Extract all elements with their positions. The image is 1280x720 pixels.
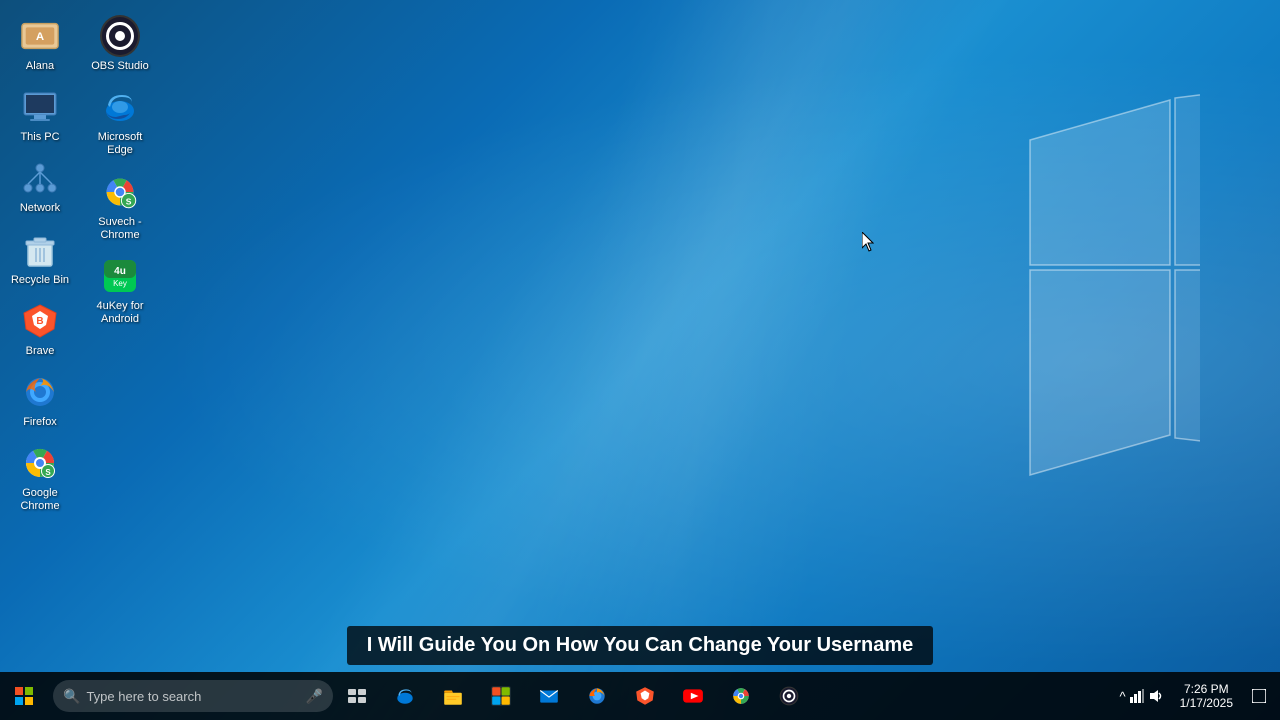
recycle-bin-icon-image	[20, 230, 60, 270]
windows-logo	[860, 80, 1200, 480]
recycle-bin-icon-item[interactable]: Recycle Bin	[1, 224, 79, 293]
notification-icon	[1252, 689, 1266, 703]
google-chrome-label: Google Chrome	[5, 487, 75, 513]
brave-label: Brave	[26, 345, 55, 358]
firefox-icon-item[interactable]: Firefox	[1, 366, 79, 435]
taskbar-obs-icon	[778, 685, 800, 707]
taskbar-edge-icon	[394, 685, 416, 707]
microsoft-edge-label: Microsoft Edge	[85, 131, 155, 157]
firefox-label: Firefox	[23, 416, 57, 429]
this-pc-icon-image	[20, 87, 60, 127]
network-label: Network	[20, 202, 60, 215]
clock-date: 1/17/2025	[1180, 696, 1233, 710]
task-view-icon	[348, 689, 366, 703]
taskbar-edge-app[interactable]	[381, 672, 429, 720]
this-pc-icon-item[interactable]: This PC	[1, 81, 79, 150]
subtitle-text: I Will Guide You On How You Can Change Y…	[347, 626, 934, 665]
taskbar-store-app[interactable]	[477, 672, 525, 720]
svg-text:S: S	[45, 468, 51, 477]
obs-studio-icon-item[interactable]: OBS Studio	[81, 10, 159, 79]
microsoft-edge-icon-image	[100, 87, 140, 127]
alana-label: Alana	[26, 60, 54, 73]
taskbar-chrome-icon	[730, 685, 752, 707]
taskbar-store-icon	[490, 685, 512, 707]
windows-start-icon	[15, 687, 33, 705]
suvech-chrome-label: Suvech - Chrome	[85, 216, 155, 242]
google-chrome-icon-image: S	[20, 443, 60, 483]
taskbar: 🔍 Type here to search 🎤	[0, 672, 1280, 720]
network-icon-image	[20, 158, 60, 198]
clock-time: 7:26 PM	[1184, 682, 1229, 696]
taskbar-search[interactable]: 🔍 Type here to search 🎤	[53, 680, 333, 712]
4ukey-label: 4uKey for Android	[85, 300, 155, 326]
brave-icon-item[interactable]: B Brave	[1, 295, 79, 364]
desktop-icons-area: A Alana This PC	[0, 10, 160, 522]
tray-chevron-icon[interactable]: ^	[1120, 689, 1126, 704]
taskbar-chrome-app[interactable]	[717, 672, 765, 720]
start-button[interactable]	[0, 672, 48, 720]
search-icon: 🔍	[63, 688, 80, 705]
taskbar-obs-app[interactable]	[765, 672, 813, 720]
search-placeholder-text: Type here to search	[86, 689, 201, 704]
taskbar-file-explorer-app[interactable]	[429, 672, 477, 720]
suvech-chrome-icon-image: S	[100, 172, 140, 212]
task-view-button[interactable]	[333, 672, 381, 720]
taskbar-mail-icon	[538, 685, 560, 707]
obs-studio-icon-image	[100, 16, 140, 56]
tray-icons-group: ^	[1112, 689, 1170, 704]
taskbar-file-explorer-icon	[442, 685, 464, 707]
system-clock[interactable]: 7:26 PM 1/17/2025	[1170, 672, 1243, 720]
this-pc-label: This PC	[20, 131, 59, 144]
taskbar-brave-icon	[634, 685, 656, 707]
taskbar-youtube-icon	[682, 685, 704, 707]
brave-icon-image: B	[20, 301, 60, 341]
alana-icon-image: A	[20, 16, 60, 56]
taskbar-firefox-app[interactable]	[573, 672, 621, 720]
mic-icon: 🎤	[306, 688, 323, 705]
tray-volume-icon[interactable]	[1148, 689, 1162, 703]
suvech-chrome-icon-item[interactable]: S Suvech - Chrome	[81, 166, 159, 248]
taskbar-brave-app[interactable]	[621, 672, 669, 720]
icon-column-1: A Alana This PC	[0, 10, 80, 522]
taskbar-youtube-app[interactable]	[669, 672, 717, 720]
desktop: A Alana This PC	[0, 0, 1280, 720]
svg-text:A: A	[36, 31, 44, 43]
firefox-icon-image	[20, 372, 60, 412]
google-chrome-icon-item[interactable]: S Google Chrome	[1, 437, 79, 519]
icon-column-2: OBS Studio Microsoft Edge	[80, 10, 160, 522]
taskbar-apps-group	[381, 672, 813, 720]
obs-studio-label: OBS Studio	[91, 60, 148, 73]
notification-center-button[interactable]	[1243, 672, 1275, 720]
svg-text:Key: Key	[113, 279, 127, 288]
taskbar-firefox-icon	[586, 685, 608, 707]
microsoft-edge-icon-item[interactable]: Microsoft Edge	[81, 81, 159, 163]
4ukey-icon-image: 4u Key	[100, 256, 140, 296]
subtitle-bar: I Will Guide You On How You Can Change Y…	[0, 626, 1280, 665]
recycle-bin-label: Recycle Bin	[11, 274, 69, 287]
4ukey-icon-item[interactable]: 4u Key 4uKey for Android	[81, 250, 159, 332]
svg-text:4u: 4u	[114, 266, 126, 277]
taskbar-mail-app[interactable]	[525, 672, 573, 720]
network-icon-item[interactable]: Network	[1, 152, 79, 221]
tray-network-icon[interactable]	[1130, 689, 1144, 703]
alana-icon-item[interactable]: A Alana	[1, 10, 79, 79]
system-tray: ^ 7:26 PM 1	[1107, 672, 1280, 720]
svg-text:B: B	[36, 316, 43, 327]
svg-text:S: S	[126, 196, 132, 206]
